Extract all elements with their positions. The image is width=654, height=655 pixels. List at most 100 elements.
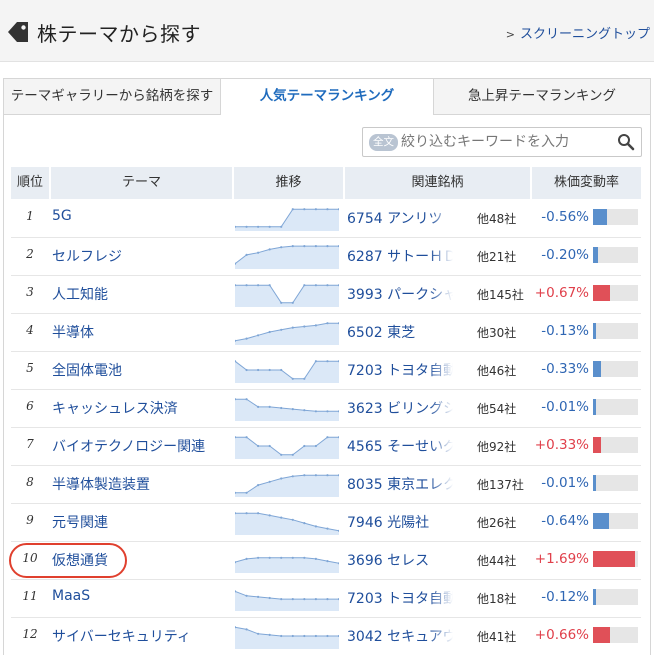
trend-point: [268, 556, 271, 559]
tab-theme-gallery[interactable]: テーマギャラリーから銘柄を探す: [4, 79, 220, 115]
screening-top-link[interactable]: > スクリーニングトップ: [506, 23, 650, 42]
trend-point: [257, 405, 260, 408]
price-change-bar-fill: [593, 247, 598, 263]
price-change-percent: +0.33%: [534, 437, 589, 453]
header-price-change: 株価変動率: [532, 167, 641, 199]
related-stock-link[interactable]: 8035 東京エレク: [347, 474, 453, 494]
trend-point: [314, 474, 317, 477]
trend-point: [257, 556, 260, 559]
trend-sparkline: [235, 245, 339, 269]
trend-point: [245, 557, 248, 560]
related-stock-link[interactable]: 6754 アンリツ: [347, 208, 453, 228]
trend-point: [268, 330, 271, 334]
other-companies-count: 他30社: [477, 326, 517, 340]
table-row[interactable]: 6 キャッシュレス決済 3623 ビリングシ 他54社 -0.01%: [11, 390, 641, 428]
related-stock-link[interactable]: 6502 東芝: [347, 322, 453, 342]
price-change-bar: [593, 285, 638, 301]
related-stock-link[interactable]: 7203 トヨタ自動: [347, 588, 453, 608]
trend-point: [280, 225, 283, 228]
theme-link[interactable]: 半導体: [52, 322, 232, 342]
price-change-percent: +1.69%: [534, 551, 589, 567]
trend-point: [326, 410, 329, 413]
related-stock-link[interactable]: 3993 パークシャ: [347, 284, 453, 304]
price-change-percent: -0.12%: [541, 589, 589, 605]
theme-link[interactable]: サイバーセキュリティ: [52, 626, 232, 646]
trend-point: [314, 410, 317, 413]
related-stock-link[interactable]: 7203 トヨタ自動: [347, 360, 453, 380]
table-row[interactable]: 10 仮想通貨 3696 セレス 他44社 +1.69%: [11, 542, 641, 580]
theme-link[interactable]: 元号関連: [52, 512, 232, 532]
trend-point: [257, 512, 260, 515]
theme-link[interactable]: 半導体製造装置: [52, 474, 232, 494]
trend-point: [280, 598, 283, 601]
related-stock-link[interactable]: 3623 ビリングシ: [347, 398, 453, 418]
trend-point: [291, 245, 294, 248]
header-theme: テーマ: [51, 167, 232, 199]
trend-point: [326, 527, 329, 530]
tab-rising-ranking[interactable]: 急上昇テーマランキング: [434, 79, 650, 115]
other-companies-count: 他26社: [477, 516, 517, 530]
search-input[interactable]: [401, 131, 611, 153]
price-change-percent: -0.01%: [541, 399, 589, 415]
price-change-percent: +0.66%: [534, 627, 589, 643]
theme-link[interactable]: セルフレジ: [52, 246, 232, 266]
rank-number: 5: [26, 361, 34, 375]
theme-link[interactable]: バイオテクノロジー関連: [52, 436, 232, 456]
trend-point: [314, 525, 317, 528]
theme-link[interactable]: 5G: [52, 208, 232, 224]
table-row[interactable]: 1 5G 6754 アンリツ 他48社 -0.56%: [11, 200, 641, 238]
trend-point: [245, 368, 248, 372]
table-row[interactable]: 4 半導体 6502 東芝 他30社 -0.13%: [11, 314, 641, 352]
theme-link[interactable]: 全固体電池: [52, 360, 232, 380]
table-row[interactable]: 12 サイバーセキュリティ 3042 セキュアヴ 他41社 +0.66%: [11, 618, 641, 655]
price-change-bar-fill: [593, 475, 596, 491]
trend-point: [291, 475, 294, 478]
theme-link[interactable]: キャッシュレス決済: [52, 398, 232, 418]
trend-point: [257, 334, 260, 337]
other-companies-count: 他46社: [477, 364, 517, 378]
related-stock-link[interactable]: 4565 そーせいグ: [347, 436, 453, 456]
chevron-right-icon: >: [505, 28, 515, 41]
search-icon[interactable]: [617, 133, 635, 155]
trend-point: [268, 514, 271, 517]
trend-point: [291, 598, 294, 601]
table-row[interactable]: 8 半導体製造装置 8035 東京エレク 他137社 -0.01%: [11, 466, 641, 504]
table-row[interactable]: 5 全固体電池 7203 トヨタ自動 他46社 -0.33%: [11, 352, 641, 390]
trend-point: [268, 633, 271, 636]
related-stock-link[interactable]: 3042 セキュアヴ: [347, 626, 453, 646]
rank-number: 12: [22, 627, 38, 641]
price-change-bar: [593, 361, 638, 377]
trend-point: [245, 398, 248, 401]
trend-point: [280, 406, 283, 410]
theme-link[interactable]: MaaS: [52, 588, 232, 604]
related-stock-link[interactable]: 6287 サトーＨＤ: [347, 246, 453, 266]
table-row[interactable]: 11 MaaS 7203 トヨタ自動 他18社 -0.12%: [11, 580, 641, 618]
trend-point: [303, 522, 306, 525]
table-row[interactable]: 9 元号関連 7946 光陽社 他26社 -0.64%: [11, 504, 641, 542]
trend-point: [303, 377, 306, 380]
trend-point: [326, 360, 329, 363]
rank-number: 11: [22, 589, 38, 603]
related-stock-link[interactable]: 3696 セレス: [347, 550, 453, 570]
table-row[interactable]: 3 人工知能 3993 パークシャ 他145社 +0.67%: [11, 276, 641, 314]
trend-point: [291, 518, 294, 521]
table-row[interactable]: 2 セルフレジ 6287 サトーＨＤ 他21社 -0.20%: [11, 238, 641, 276]
price-change-bar-fill: [593, 209, 607, 225]
keyword-search-box: 全文: [362, 127, 642, 157]
rank-number: 6: [26, 399, 34, 413]
table-row[interactable]: 7 バイオテクノロジー関連 4565 そーせいグ 他92社 +0.33%: [11, 428, 641, 466]
theme-link[interactable]: 人工知能: [52, 284, 232, 304]
rank-number: 9: [26, 513, 34, 527]
related-stock-link[interactable]: 7946 光陽社: [347, 512, 453, 532]
trend-point: [268, 248, 271, 251]
theme-link[interactable]: 仮想通貨: [52, 550, 232, 570]
header-rank: 順位: [11, 167, 49, 199]
tab-popular-ranking[interactable]: 人気テーマランキング: [220, 79, 434, 115]
trend-point: [303, 598, 306, 601]
other-companies-count: 他54社: [477, 402, 517, 416]
price-change-bar-fill: [593, 513, 609, 529]
trend-point: [280, 246, 283, 249]
trend-point: [280, 556, 283, 559]
trend-point: [280, 634, 283, 638]
price-change-bar-fill: [593, 285, 610, 301]
